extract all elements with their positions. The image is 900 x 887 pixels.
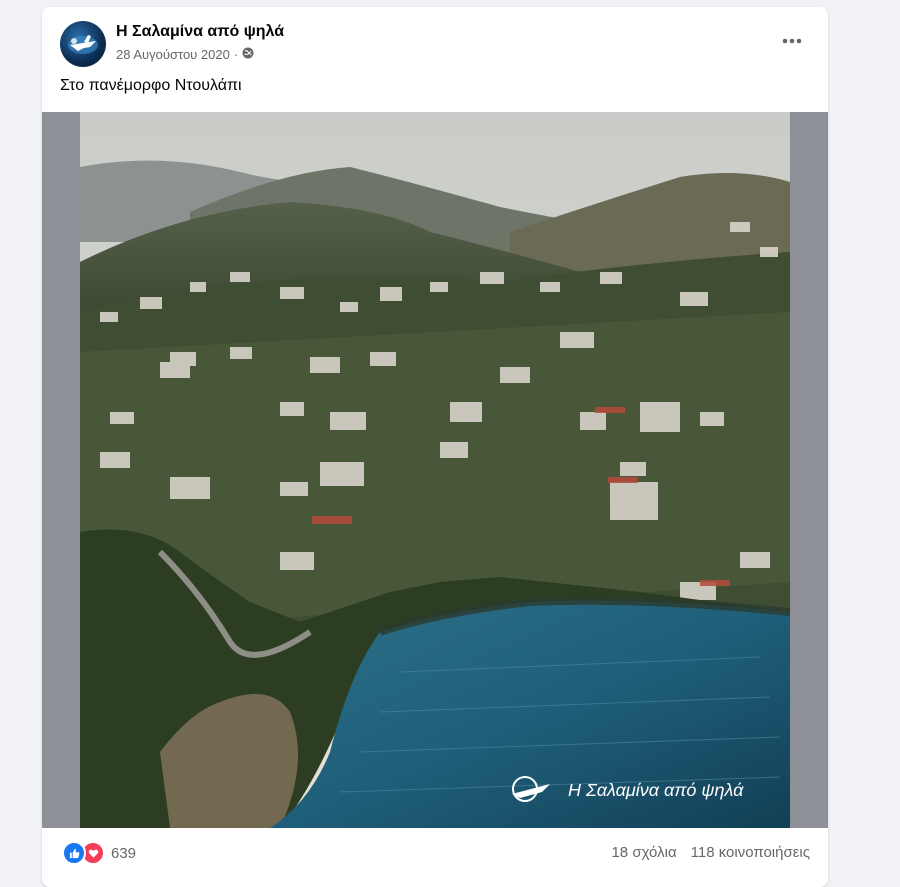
post-footer: 639 18 σχόλια 118 κοινοποιήσεις xyxy=(42,829,828,887)
post-media[interactable]: Η Σαλαμίνα από ψηλά xyxy=(42,112,828,828)
meta-separator: · xyxy=(233,47,239,62)
like-icon xyxy=(62,841,86,865)
more-options-button[interactable] xyxy=(774,27,810,55)
comments-count-link[interactable]: 18 σχόλια xyxy=(611,844,676,861)
post-date[interactable]: 28 Αυγούστου 2020 xyxy=(116,47,230,62)
post-caption: Στο πανέμορφο Ντουλάπι xyxy=(60,77,242,94)
page-name-link[interactable]: Η Σαλαμίνα από ψηλά xyxy=(116,23,284,41)
post-meta: 28 Αυγούστου 2020 · xyxy=(116,47,254,62)
globe-icon xyxy=(242,47,254,62)
more-horizontal-icon xyxy=(782,38,802,44)
post-stats: 18 σχόλια 118 κοινοποιήσεις xyxy=(611,844,810,861)
shares-count-link[interactable]: 118 κοινοποιήσεις xyxy=(691,844,810,861)
post-photo[interactable]: Η Σαλαμίνα από ψηλά xyxy=(80,112,790,828)
post-header: Η Σαλαμίνα από ψηλά 28 Αυγούστου 2020 · … xyxy=(42,7,828,117)
reaction-count[interactable]: 639 xyxy=(111,845,136,862)
post-card: Η Σαλαμίνα από ψηλά 28 Αυγούστου 2020 · … xyxy=(42,7,828,887)
watermark-text: Η Σαλαμίνα από ψηλά xyxy=(568,780,744,800)
reactions-summary[interactable]: 639 xyxy=(62,841,136,865)
page-avatar[interactable] xyxy=(60,21,106,67)
